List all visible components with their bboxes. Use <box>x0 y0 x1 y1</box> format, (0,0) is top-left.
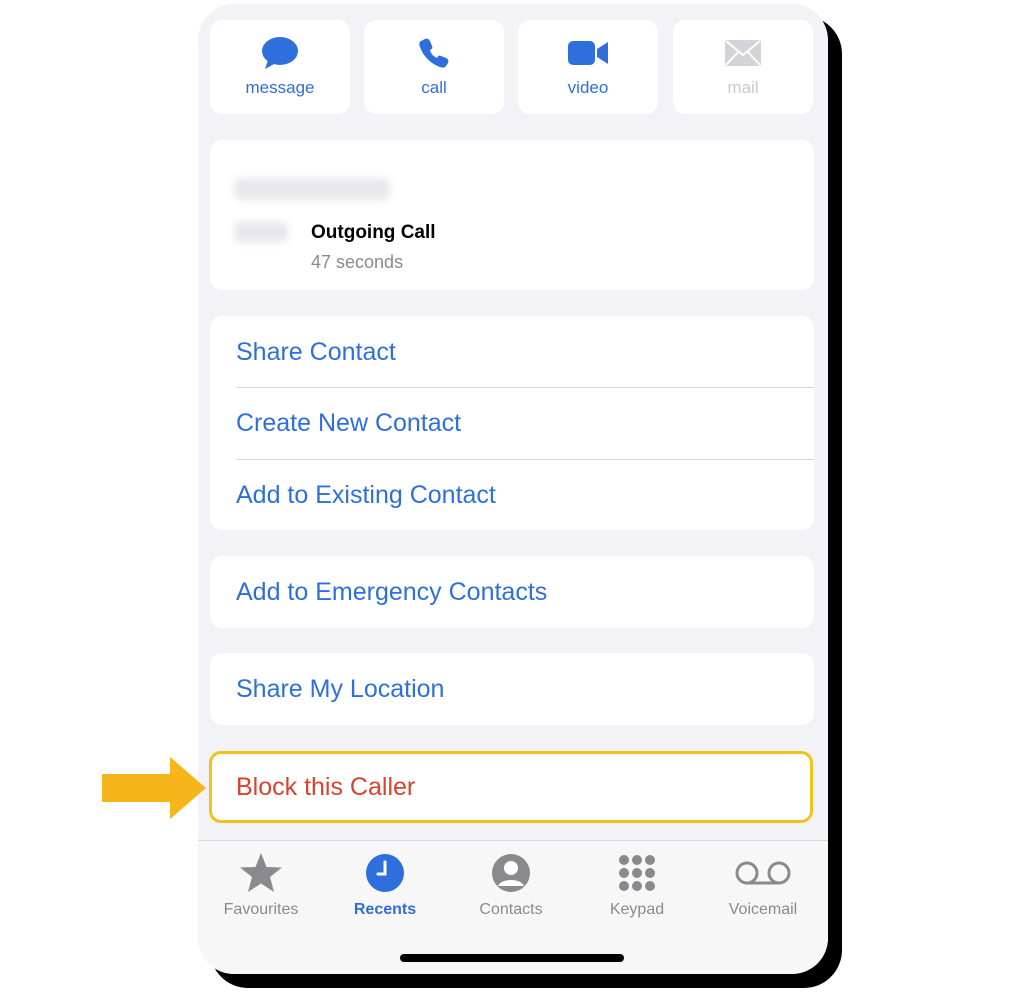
mail-label: mail <box>727 78 759 97</box>
tab-label: Recents <box>353 901 417 918</box>
tab-label: Voicemail <box>728 901 798 918</box>
person-circle-icon <box>492 854 530 892</box>
mail-button[interactable]: mail <box>673 20 813 114</box>
tab-recents[interactable]: Recents <box>322 851 448 931</box>
message-label: message <box>245 78 315 97</box>
call-duration: 47 seconds <box>311 252 404 272</box>
phone-icon <box>419 38 449 68</box>
blurred-date <box>234 178 390 200</box>
mail-envelope-icon <box>725 40 761 66</box>
block-caller-button[interactable]: Block this Caller <box>209 751 813 823</box>
tab-label: Keypad <box>609 901 665 918</box>
location-group: Share My Location <box>210 653 814 725</box>
tab-label: Favourites <box>223 901 299 918</box>
clock-icon <box>366 854 404 892</box>
message-button[interactable]: message <box>210 20 350 114</box>
call-type: Outgoing Call <box>311 222 436 243</box>
star-icon <box>240 853 282 892</box>
tab-contacts[interactable]: Contacts <box>448 851 574 931</box>
add-to-existing-contact-row[interactable]: Add to Existing Contact <box>210 459 814 531</box>
call-button[interactable]: call <box>364 20 504 114</box>
share-my-location-row[interactable]: Share My Location <box>210 653 814 725</box>
video-button[interactable]: video <box>518 20 658 114</box>
blurred-time <box>234 222 288 242</box>
contact-options-group: Share Contact Create New Contact Add to … <box>210 316 814 530</box>
share-contact-row[interactable]: Share Contact <box>210 316 814 388</box>
voicemail-icon <box>735 861 791 885</box>
call-history-card: Outgoing Call 47 seconds <box>210 140 814 290</box>
tab-label: Contacts <box>479 901 543 918</box>
tab-favourites[interactable]: Favourites <box>198 851 324 931</box>
call-label: call <box>421 78 447 97</box>
quick-actions: message call video mail <box>210 20 814 114</box>
video-label: video <box>567 78 609 97</box>
tab-keypad[interactable]: Keypad <box>574 851 700 931</box>
phone-screen: message call video mail Outgoing Call 47… <box>198 4 828 974</box>
emergency-group: Add to Emergency Contacts <box>210 556 814 628</box>
add-to-emergency-contacts-row[interactable]: Add to Emergency Contacts <box>210 556 814 628</box>
home-indicator <box>400 954 624 962</box>
video-camera-icon <box>568 41 608 65</box>
create-new-contact-row[interactable]: Create New Contact <box>210 387 814 459</box>
message-bubble-icon <box>262 37 298 69</box>
tab-voicemail[interactable]: Voicemail <box>700 851 826 931</box>
highlight-arrow-icon <box>102 757 206 819</box>
keypad-icon <box>619 855 655 891</box>
